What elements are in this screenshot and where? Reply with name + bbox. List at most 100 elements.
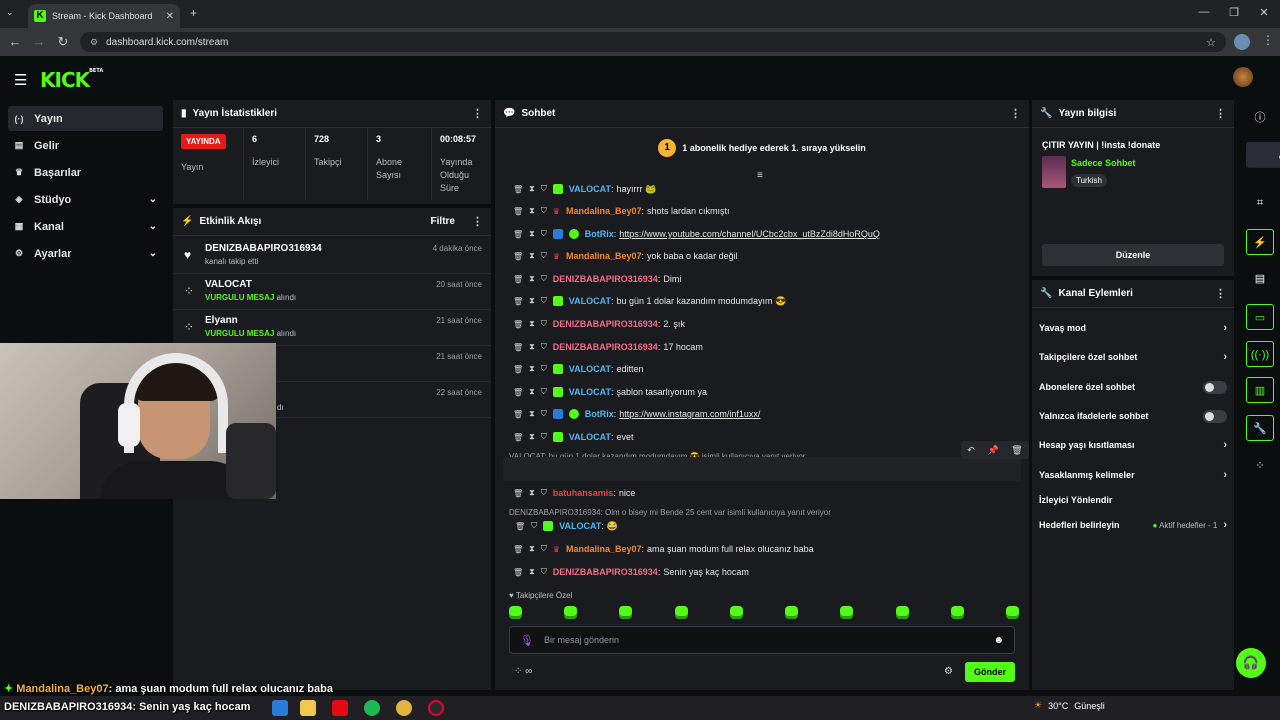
info-icon[interactable]: ⓘ: [1246, 105, 1274, 131]
chat-username[interactable]: BotRix: [585, 409, 614, 419]
emote[interactable]: [1005, 606, 1019, 619]
timeout-icon[interactable]: ⧗: [529, 251, 535, 261]
timeout-icon[interactable]: ⧗: [529, 206, 535, 216]
shield-icon[interactable]: ⛉: [541, 364, 547, 374]
sidebar-item-basarilar[interactable]: ♛ Başarılar: [8, 160, 163, 185]
channel-action-row[interactable]: Hedefleri belirleyin ● Aktif hedefler - 1…: [1039, 515, 1227, 535]
emote[interactable]: [840, 606, 854, 619]
chat-message[interactable]: 🗑 ⧗ ⛉ VALOCAT: şablon tasarlıyorum ya: [513, 382, 707, 402]
chat-message[interactable]: 🗑 ⧗ ⛉ VALOCAT: hayırrr 🐸: [513, 179, 656, 199]
chat-message[interactable]: 🗑 ⧗ ⛉ DENIZBABAPIRO316934: Senin yaş kaç hoc…: [513, 562, 749, 582]
weather-widget[interactable]: ☀ 30°C Güneşli: [1034, 700, 1105, 711]
reload-icon[interactable]: ↻: [54, 33, 72, 51]
shield-icon[interactable]: ⛉: [541, 387, 547, 397]
chat-username[interactable]: VALOCAT: [569, 296, 611, 306]
chat-username[interactable]: DENIZBABAPIRO316934: [553, 274, 658, 284]
shield-icon[interactable]: ⛉: [541, 432, 547, 442]
shield-icon[interactable]: ⛉: [541, 274, 547, 284]
channel-action-row[interactable]: İzleyici Yönlendir: [1039, 490, 1227, 510]
timeout-icon[interactable]: ⧗: [529, 432, 535, 442]
emote[interactable]: [564, 606, 578, 619]
chat-message[interactable]: 🗑 ⧗ ⛉ VALOCAT: bu gün 1 dolar kazandım modum…: [513, 291, 786, 311]
chat-username[interactable]: DENIZBABAPIRO316934: [553, 342, 658, 352]
shield-icon[interactable]: ⛉: [541, 544, 547, 554]
pin-icon[interactable]: 📌: [987, 445, 998, 456]
shield-icon[interactable]: ⛉: [541, 296, 547, 306]
chat-username[interactable]: VALOCAT: [559, 521, 601, 531]
shield-icon[interactable]: ⛉: [541, 184, 547, 194]
url-field[interactable]: ⚙ dashboard.kick.com/stream ☆: [80, 32, 1226, 52]
channel-action-row[interactable]: Takipçilere özel sohbet ›: [1039, 347, 1227, 367]
shield-icon[interactable]: ⛉: [541, 409, 547, 419]
chat-username[interactable]: batuhansamis: [553, 488, 614, 498]
emote[interactable]: [619, 606, 633, 619]
spotify-icon[interactable]: [364, 700, 380, 716]
shield-icon[interactable]: ⛉: [541, 567, 547, 577]
gift-sub-banner[interactable]: 1 1 abonelik hediye ederek 1. sıraya yüks…: [495, 128, 1029, 168]
timeout-icon[interactable]: ⧗: [529, 488, 535, 498]
trash-icon[interactable]: 🗑: [513, 207, 523, 216]
chat-message[interactable]: 🗑 ⧗ ⛉ DENIZBABAPIRO316934: Dimi: [513, 269, 681, 289]
timeout-icon[interactable]: ⧗: [529, 296, 535, 306]
timeout-icon[interactable]: ⧗: [529, 319, 535, 329]
shield-icon[interactable]: ⛉: [541, 251, 547, 261]
trash-icon[interactable]: 🗑: [513, 343, 523, 352]
timeout-icon[interactable]: ⧗: [529, 567, 535, 577]
chat-message[interactable]: 🗑 ⧗ ⛉ ♛ Mandalina_Bey07: yok baba o kadar değ…: [513, 246, 738, 266]
chat-message[interactable]: 🗑 ⧗ ⛉ VALOCAT: evet: [513, 427, 633, 447]
reply-icon[interactable]: ↶: [967, 445, 975, 456]
trash-icon[interactable]: 🗑: [513, 185, 523, 194]
trash-icon[interactable]: 🗑: [513, 297, 523, 306]
wrench-icon[interactable]: 🔧: [1246, 415, 1274, 441]
more-options-icon[interactable]: ⋮: [1010, 107, 1021, 120]
timeout-icon[interactable]: ⧗: [529, 364, 535, 374]
trash-icon[interactable]: 🗑: [513, 275, 523, 284]
channel-action-row[interactable]: Yalnızca ifadelerle sohbet: [1039, 406, 1227, 426]
chat-message[interactable]: 🗑 ⧗ ⛉ DENIZBABAPIRO316934:2. şık: [513, 314, 685, 334]
timeout-icon[interactable]: ⧗: [529, 544, 535, 554]
trash-icon[interactable]: 🗑: [513, 410, 523, 419]
browser-tab[interactable]: K Stream - Kick Dashboard ✕: [28, 4, 180, 28]
emoji-icon[interactable]: ☻: [993, 635, 1004, 646]
maximize-icon[interactable]: ❐: [1226, 6, 1242, 22]
emote[interactable]: [729, 606, 743, 619]
trash-icon[interactable]: 🗑: [513, 545, 523, 554]
bookmark-star-icon[interactable]: ☆: [1206, 36, 1216, 49]
emote[interactable]: [509, 606, 522, 619]
kick-logo[interactable]: KICKBETA: [40, 68, 103, 92]
sidebar-item-yayin[interactable]: (·) Yayın: [8, 106, 163, 131]
trash-icon[interactable]: 🗑: [513, 230, 523, 239]
shield-icon[interactable]: ⛉: [531, 521, 537, 531]
trash-icon[interactable]: 🗑: [513, 365, 523, 374]
chat-username[interactable]: Mandalina_Bey07: [566, 544, 642, 554]
chat-settings-icon[interactable]: ⚙: [944, 666, 953, 677]
trash-icon[interactable]: 🗑: [515, 522, 525, 531]
scan-icon[interactable]: ⌗: [1246, 190, 1274, 216]
kick-points-icon[interactable]: ⁘ ∞: [514, 666, 532, 677]
more-options-icon[interactable]: ⋮: [1215, 107, 1226, 120]
chat-message[interactable]: 🗑 ⧗ ⛉ VALOCAT: editten: [513, 359, 644, 379]
timeout-icon[interactable]: ⧗: [529, 184, 535, 194]
chat-message[interactable]: 🗑 ⧗ ⛉ BotRix: https://www.youtube.com/channe…: [513, 224, 880, 244]
chat-username[interactable]: DENIZBABAPIRO316934: [553, 567, 658, 577]
sidebar-item-studyo[interactable]: ◈ Stüdyo ⌄: [8, 187, 163, 212]
channel-action-row[interactable]: Hesap yaşı kısıtlaması ›: [1039, 435, 1227, 455]
broadcast-icon[interactable]: ((·)): [1246, 341, 1274, 367]
filter-button[interactable]: Filtre: [431, 216, 455, 227]
chat-link[interactable]: https://www.instagram.com/inf1uxx/: [619, 409, 760, 419]
chat-message[interactable]: 🗑 ⧗ ⛉ ♛ Mandalina_Bey07: ama şuan modum full …: [513, 539, 814, 559]
channel-action-row[interactable]: Yavaş mod ›: [1039, 318, 1227, 338]
shield-icon[interactable]: ⛉: [541, 229, 547, 239]
chat-message[interactable]: 🗑 ⧗ ⛉ DENIZBABAPIRO316934:17 hocam: [513, 337, 703, 357]
chat-message[interactable]: 🗑 ⧗ ⛉ BotRix: https://www.instagram.com/inf1…: [513, 404, 760, 424]
channel-action-row[interactable]: Yasaklanmış kelimeler ›: [1039, 465, 1227, 485]
trash-icon[interactable]: 🗑: [513, 320, 523, 329]
send-button[interactable]: Gönder: [965, 662, 1015, 682]
kicks-icon[interactable]: ⁘: [1246, 453, 1274, 479]
hamburger-menu-icon[interactable]: ☰: [14, 71, 27, 89]
sidebar-item-ayarlar[interactable]: ⚙ Ayarlar ⌄: [8, 241, 163, 266]
chat-username[interactable]: VALOCAT: [569, 364, 611, 374]
profile-avatar[interactable]: [1234, 34, 1250, 50]
chat-username[interactable]: VALOCAT: [569, 387, 611, 397]
chat-username[interactable]: BotRix: [585, 229, 614, 239]
